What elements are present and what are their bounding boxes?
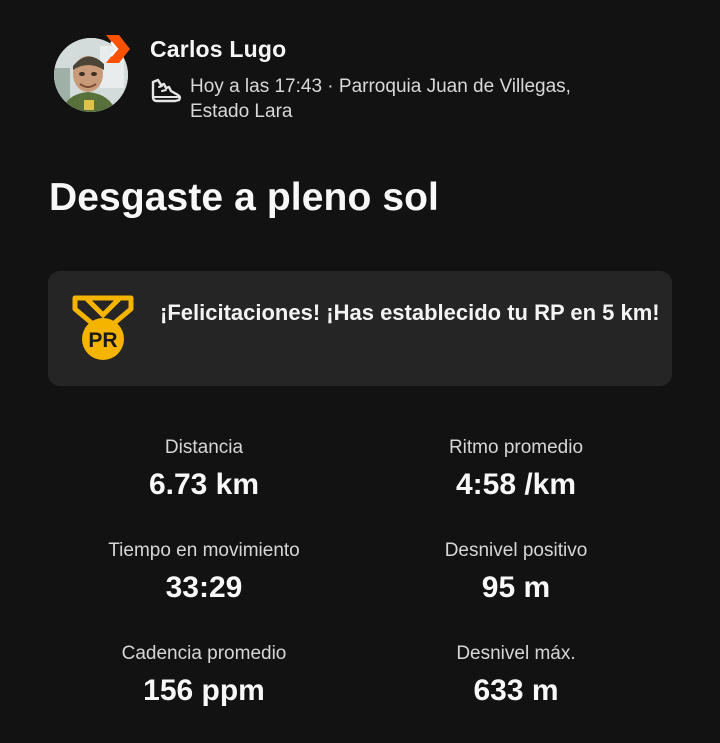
- stat-elevation-gain: Desnivel positivo 95 m: [360, 539, 672, 608]
- stat-value: 4:58 /km: [455, 468, 577, 501]
- activity-date-location: Hoy a las 17:43 · Parroquia Juan de Vill…: [190, 76, 571, 122]
- athlete-name[interactable]: Carlos Lugo: [150, 36, 286, 63]
- stat-label: Cadencia promedio: [121, 643, 287, 664]
- stat-moving-time: Tiempo en movimiento 33:29: [48, 539, 360, 608]
- activity-header: Carlos Lugo Hoy a las 17:43 · Parroquia …: [54, 34, 674, 130]
- stat-label: Tiempo en movimiento: [108, 540, 300, 561]
- stat-average-pace: Ritmo promedio 4:58 /km: [360, 436, 672, 505]
- achievement-card[interactable]: PR ¡Felicitaciones! ¡Has establecido tu …: [48, 271, 672, 386]
- stat-label: Distancia: [164, 437, 244, 458]
- stat-average-cadence: Cadencia promedio 156 ppm: [48, 642, 360, 711]
- activity-title[interactable]: Desgaste a pleno sol: [49, 176, 439, 220]
- stat-label: Desnivel positivo: [444, 540, 588, 561]
- stat-max-elevation: Desnivel máx. 633 m: [360, 642, 672, 711]
- stat-value: 6.73 km: [148, 468, 260, 501]
- avatar[interactable]: [54, 35, 130, 112]
- pr-medal-icon: PR: [72, 295, 134, 360]
- stat-distance: Distancia 6.73 km: [48, 436, 360, 505]
- stat-value: 156 ppm: [143, 674, 265, 707]
- pr-medal-label: PR: [88, 329, 117, 352]
- stat-value: 633 m: [473, 674, 559, 707]
- running-shoe-icon: [151, 78, 181, 103]
- stat-value: 33:29: [165, 571, 243, 604]
- stat-value: 95 m: [481, 571, 551, 604]
- strava-subscriber-chevron-icon: [106, 35, 130, 63]
- stat-label: Ritmo promedio: [448, 437, 584, 458]
- stat-label: Desnivel máx.: [456, 643, 576, 664]
- achievement-message: ¡Felicitaciones! ¡Has establecido tu RP …: [160, 300, 660, 325]
